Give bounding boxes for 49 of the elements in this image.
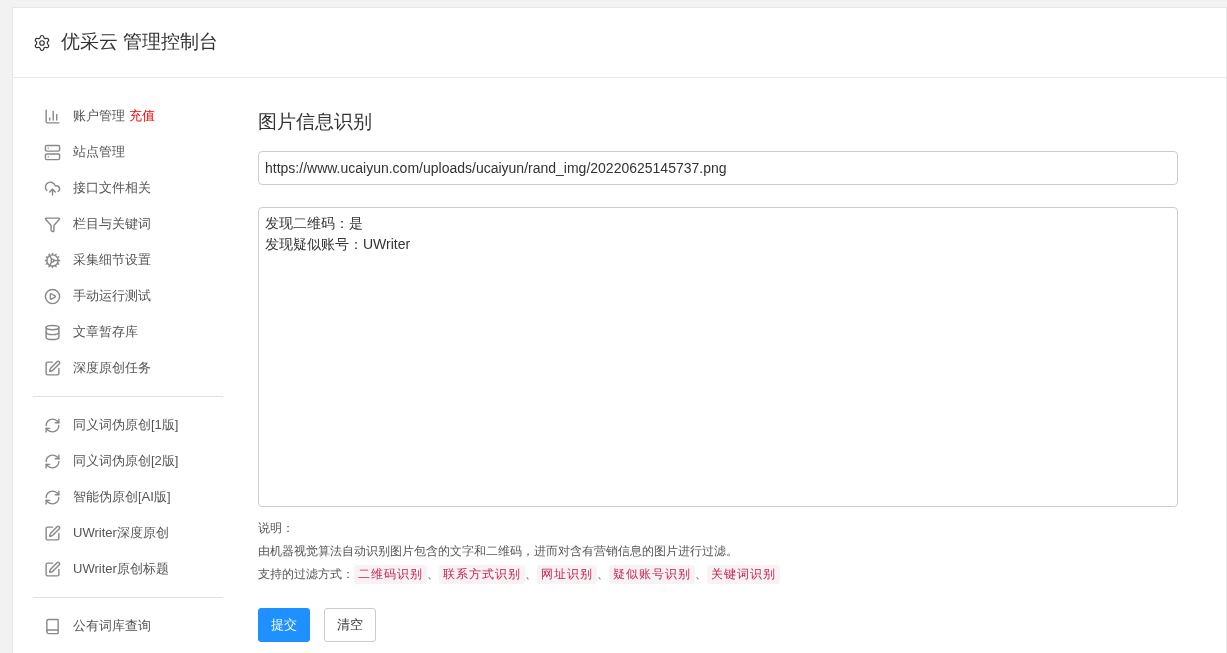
refresh-icon (44, 452, 61, 470)
separator-mark: 、 (525, 565, 537, 583)
separator-mark: 、 (427, 565, 439, 583)
separator-mark: 、 (695, 565, 707, 583)
edit-icon (44, 524, 61, 542)
sidebar-item[interactable]: 采集细节设置 (73, 250, 151, 270)
sidebar-item[interactable]: 智能伪原创[AI版] (73, 487, 171, 507)
sidebar-item[interactable]: 手动运行测试 (73, 286, 151, 306)
result-line: 发现疑似账号：UWriter (265, 234, 411, 254)
play-icon (44, 287, 61, 305)
sidebar-item[interactable]: 文章暂存库 (73, 322, 138, 342)
notes-heading: 说明： (258, 519, 294, 537)
server-icon (44, 143, 61, 161)
sidebar-item[interactable]: 栏目与关键词 (73, 214, 151, 234)
settings-icon (33, 33, 51, 52)
separator-mark: 、 (597, 565, 609, 583)
sidebar-item[interactable]: UWriter原创标题 (73, 559, 169, 579)
refresh-icon (44, 416, 61, 434)
gears-icon (44, 251, 61, 269)
edit-icon (44, 359, 61, 377)
sidebar-item[interactable]: UWriter深度原创 (73, 523, 169, 543)
notes-description: 由机器视觉算法自动识别图片包含的文字和二维码，进而对含有营销信息的图片进行过滤。 (258, 542, 738, 560)
sidebar-item[interactable]: 同义词伪原创[1版] (73, 415, 179, 435)
bar-chart-icon (44, 107, 61, 125)
filter-tag: 疑似账号识别 (609, 564, 695, 584)
url-field[interactable]: https://www.ucaiyun.com/uploads/ucaiyun/rand_img/20220625145737.png (258, 150, 1178, 185)
result-line: 发现二维码：是 (265, 213, 363, 233)
filters-label: 支持的过滤方式： (258, 565, 354, 583)
sidebar-item[interactable]: 站点管理 (73, 142, 125, 162)
refresh-icon (44, 488, 61, 506)
sidebar-item[interactable]: 公有词库查询 (73, 616, 151, 636)
filter-icon (44, 215, 61, 233)
sidebar-item[interactable]: 接口文件相关 (73, 178, 151, 198)
edit-icon (44, 560, 61, 578)
filter-tag: 网址识别 (537, 564, 597, 584)
cloud-upload-icon (44, 179, 61, 197)
filter-tag: 关键词识别 (707, 564, 780, 584)
sidebar-item[interactable]: 同义词伪原创[2版] (73, 451, 179, 471)
filter-tag: 二维码识别 (354, 564, 427, 584)
sidebar-item[interactable]: 账户管理 (73, 106, 125, 126)
recharge-link[interactable]: 充值 (129, 106, 155, 126)
result-box[interactable]: 发现二维码：是 发现疑似账号：UWriter (258, 206, 1178, 507)
database-icon (44, 323, 61, 341)
filter-tag: 联系方式识别 (439, 564, 525, 584)
clear-button[interactable]: 清空 (324, 607, 376, 642)
book-icon (44, 617, 61, 635)
console-title: 优采云 管理控制台 (61, 30, 219, 55)
section-title: 图片信息识别 (258, 110, 373, 134)
sidebar-item[interactable]: 深度原创任务 (73, 358, 151, 378)
